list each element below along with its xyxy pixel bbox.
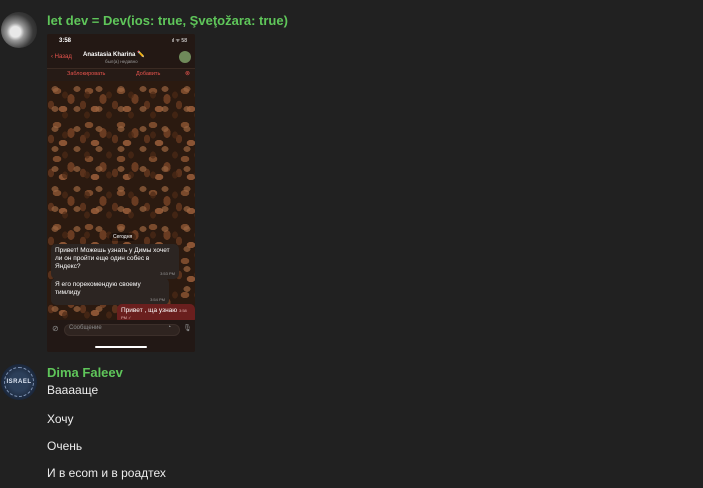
close-icon: ⊗ <box>184 71 190 77</box>
back-label: Назад <box>54 54 72 60</box>
paperclip-icon: ⊘ <box>52 324 59 333</box>
phone-incoming-bubble: Привет! Можешь узнать у Димы хочет ли он… <box>51 244 179 279</box>
home-indicator <box>95 346 147 348</box>
sender-name[interactable]: let dev = Dev(ios: true, Şveţožara: true… <box>47 13 288 28</box>
phone-incoming-bubble: Я его порекомендую своему тимлиду 3:54 P… <box>51 278 169 305</box>
phone-block-button: Заблокировать <box>67 71 106 77</box>
sender-avatar[interactable]: ISRAEL <box>1 364 37 400</box>
message-text: Вааааще <box>47 383 99 397</box>
message-text: И в ecom и в роадтех <box>47 466 166 480</box>
sender-avatar[interactable] <box>1 12 37 48</box>
phone-add-button: Добавить <box>136 71 161 77</box>
bubble-text: Привет! Можешь узнать у Димы хочет ли он… <box>55 247 170 270</box>
message-text: Очень <box>47 439 83 453</box>
sticker-icon: ◔ <box>167 324 172 331</box>
phone-back-button: ‹ Назад <box>51 54 72 60</box>
screenshot-image[interactable]: 3:58 ıl ᯤ 58 ‹ Назад Anastasia Kharina ✏… <box>47 34 195 352</box>
bubble-text: Я его порекомендую своему тимлиду <box>55 281 141 296</box>
message-text: Хочу <box>47 412 74 426</box>
sender-name[interactable]: Dima Faleev <box>47 365 123 380</box>
bubble-text: Привет , ща узнаю <box>121 307 178 314</box>
phone-status-icons: ıl ᯤ 58 <box>171 38 187 44</box>
phone-message-placeholder: Сообщение <box>69 325 102 331</box>
phone-contact-avatar <box>179 51 191 63</box>
phone-contact-name: Anastasia Kharina ✏️ <box>83 52 145 58</box>
bubble-time: 3:53 PM <box>160 271 175 276</box>
avatar-text: ISRAEL <box>6 379 32 385</box>
phone-date-label: Сегодня <box>109 233 137 241</box>
phone-time: 3:58 <box>59 38 72 44</box>
microphone-icon: 🎙︎ <box>183 325 192 332</box>
bubble-time: 3:54 PM <box>150 297 165 302</box>
phone-contact-status: был(а) недавно <box>105 59 138 64</box>
